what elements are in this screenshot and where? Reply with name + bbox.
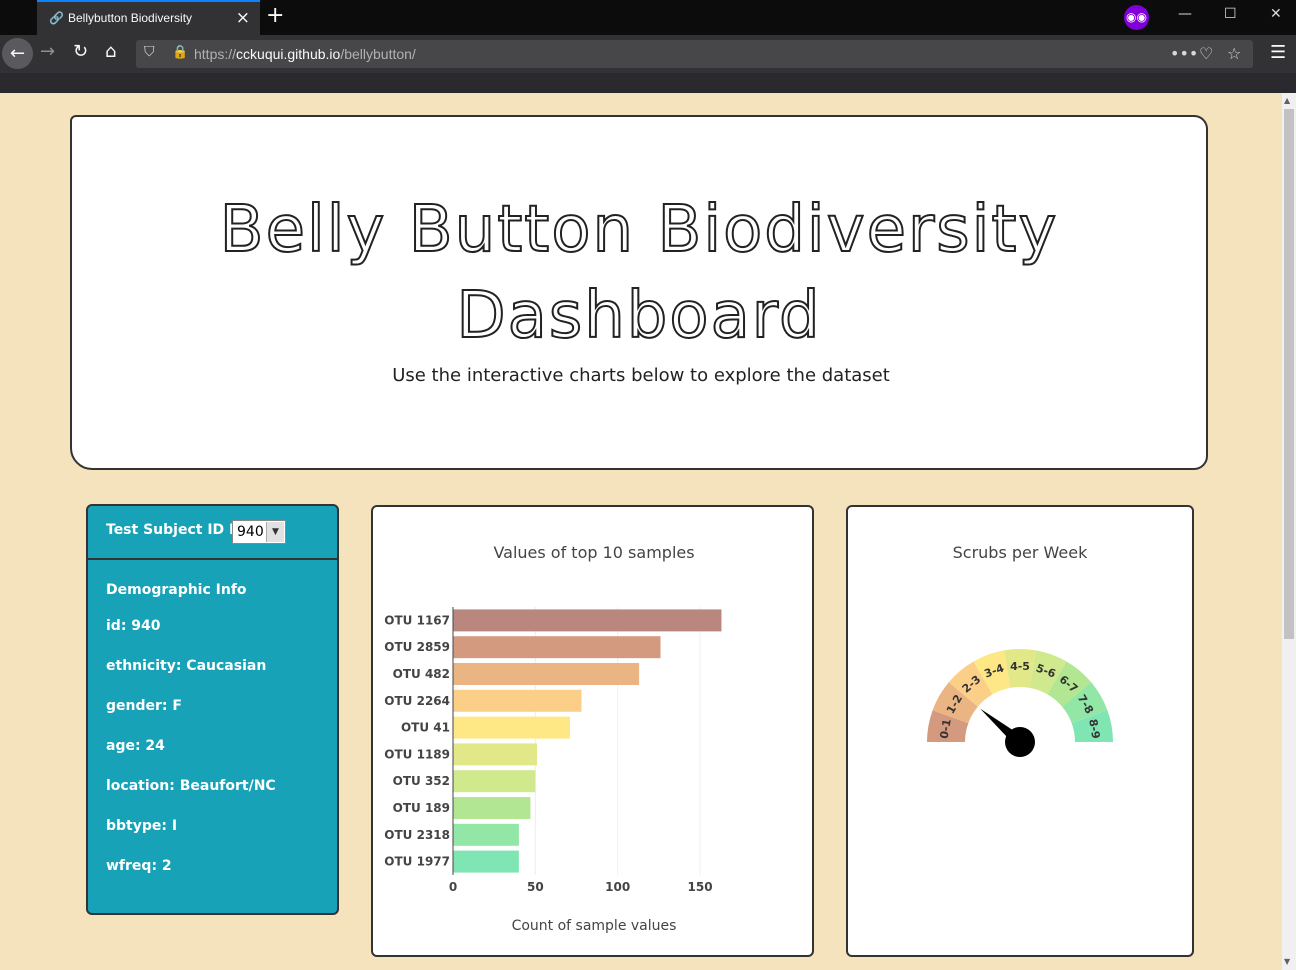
pocket-icon[interactable]: ♡	[1199, 44, 1213, 63]
bar	[453, 797, 531, 819]
demo-wfreq: wfreq: 2	[106, 858, 172, 874]
scrollbar-thumb[interactable]	[1284, 109, 1294, 639]
demo-id: id: 940	[106, 618, 161, 634]
y-tick-label: OTU 1167	[384, 613, 450, 627]
window-close-icon[interactable]: ✕	[1270, 6, 1282, 22]
bar	[453, 850, 519, 873]
gauge-sector-label: 4-5	[1010, 660, 1030, 673]
browser-tab-bar: 🔗 Bellybutton Biodiversity × + ◉◉ — ☐ ✕	[0, 0, 1296, 35]
page-title: Belly Button Biodiversity Dashboard	[219, 192, 1059, 354]
new-tab-button[interactable]: +	[266, 3, 284, 28]
demo-age: age: 24	[106, 738, 165, 754]
gauge-chart-title: Scrubs per Week	[953, 543, 1088, 562]
home-icon[interactable]: ⌂	[105, 41, 116, 62]
forward-arrow-icon[interactable]: →	[40, 41, 55, 62]
x-tick-label: 50	[527, 880, 544, 894]
demo-ethnicity: ethnicity: Caucasian	[106, 658, 267, 674]
scroll-down-icon[interactable]: ▼	[1284, 957, 1290, 966]
scroll-up-icon[interactable]: ▲	[1284, 96, 1290, 105]
private-browsing-icon: ◉◉	[1124, 5, 1149, 30]
bar	[453, 609, 722, 632]
url-prefix: https://	[194, 46, 237, 62]
gauge-hub	[1005, 727, 1035, 757]
url-path: /bellybutton/	[340, 46, 416, 62]
more-actions-icon[interactable]: •••	[1170, 44, 1198, 63]
reload-icon[interactable]: ↻	[73, 41, 88, 62]
x-axis-label: Count of sample values	[512, 918, 677, 934]
maximize-icon[interactable]: ☐	[1224, 6, 1237, 22]
y-tick-label: OTU 1189	[384, 747, 450, 761]
url-host: cckuqui.github.io	[236, 46, 341, 62]
selected-id: 940	[237, 524, 264, 540]
bar	[453, 716, 570, 739]
hamburger-menu-icon[interactable]: ☰	[1270, 42, 1286, 63]
bookmark-star-icon[interactable]: ☆	[1227, 44, 1241, 63]
x-tick-label: 100	[605, 880, 630, 894]
bar	[453, 770, 536, 793]
demo-gender: gender: F	[106, 698, 182, 714]
bar-chart: Values of top 10 samples OTU 1977 OTU 231…	[384, 543, 722, 934]
y-tick-label: OTU 41	[401, 721, 450, 735]
bar	[453, 689, 582, 712]
x-tick-label: 150	[688, 880, 713, 894]
demographic-panel: Test Subject ID No.: 940 ▼ Demographic I…	[86, 504, 339, 915]
minimize-icon[interactable]: —	[1178, 6, 1192, 22]
bar	[453, 743, 537, 766]
toolbar-spacer	[0, 73, 1296, 93]
y-tick-label: OTU 352	[393, 774, 450, 788]
y-tick-label: OTU 189	[393, 801, 450, 815]
gauge-chart-card: Scrubs per Week 0-1 1-2 2-3 3-4 4-5 5-6 6-7 7-8…	[846, 505, 1194, 957]
close-tab-icon[interactable]: ×	[236, 8, 250, 28]
bar	[453, 663, 640, 685]
link-favicon-icon: 🔗	[49, 11, 64, 25]
page-scrollbar[interactable]: ▲ ▼	[1282, 93, 1296, 970]
x-tick-label: 0	[449, 880, 457, 894]
bar	[453, 823, 519, 846]
y-tick-label: OTU 2859	[384, 640, 450, 654]
demo-bbtype: bbtype: I	[106, 818, 178, 834]
y-tick-label: OTU 482	[393, 667, 450, 681]
page-subtitle: Use the interactive charts below to expl…	[392, 365, 890, 386]
bar	[453, 636, 661, 659]
panel-header: Test Subject ID No.: 940 ▼	[88, 506, 337, 560]
url-text: https://cckuqui.github.io/bellybutton/	[194, 46, 416, 62]
address-bar[interactable]: ⛉ 🔒 https://cckuqui.github.io/bellybutto…	[136, 40, 1253, 68]
y-tick-label: OTU 2264	[384, 694, 450, 708]
y-tick-label: OTU 1977	[384, 855, 450, 869]
subject-id-select[interactable]: 940 ▼	[232, 520, 286, 544]
lock-icon: 🔒	[172, 45, 189, 60]
bar-chart-card: Values of top 10 samples OTU 1977 OTU 231…	[371, 505, 814, 957]
gauge-chart: Scrubs per Week 0-11-22-33-4 4-5 5-66-77-8…	[927, 543, 1113, 757]
shield-icon[interactable]: ⛉	[144, 44, 155, 60]
demographic-title: Demographic Info	[106, 582, 247, 598]
back-arrow-icon[interactable]: ←	[2, 38, 33, 69]
y-tick-label: OTU 2318	[384, 828, 450, 842]
bar-chart-title: Values of top 10 samples	[493, 543, 694, 562]
header-jumbotron: Belly Button Biodiversity Dashboard Use …	[70, 115, 1208, 470]
demo-location: location: Beaufort/NC	[106, 778, 276, 794]
browser-tab[interactable]: 🔗 Bellybutton Biodiversity ×	[37, 0, 260, 35]
chevron-down-icon[interactable]: ▼	[266, 522, 284, 542]
tab-title: Bellybutton Biodiversity	[68, 11, 193, 25]
